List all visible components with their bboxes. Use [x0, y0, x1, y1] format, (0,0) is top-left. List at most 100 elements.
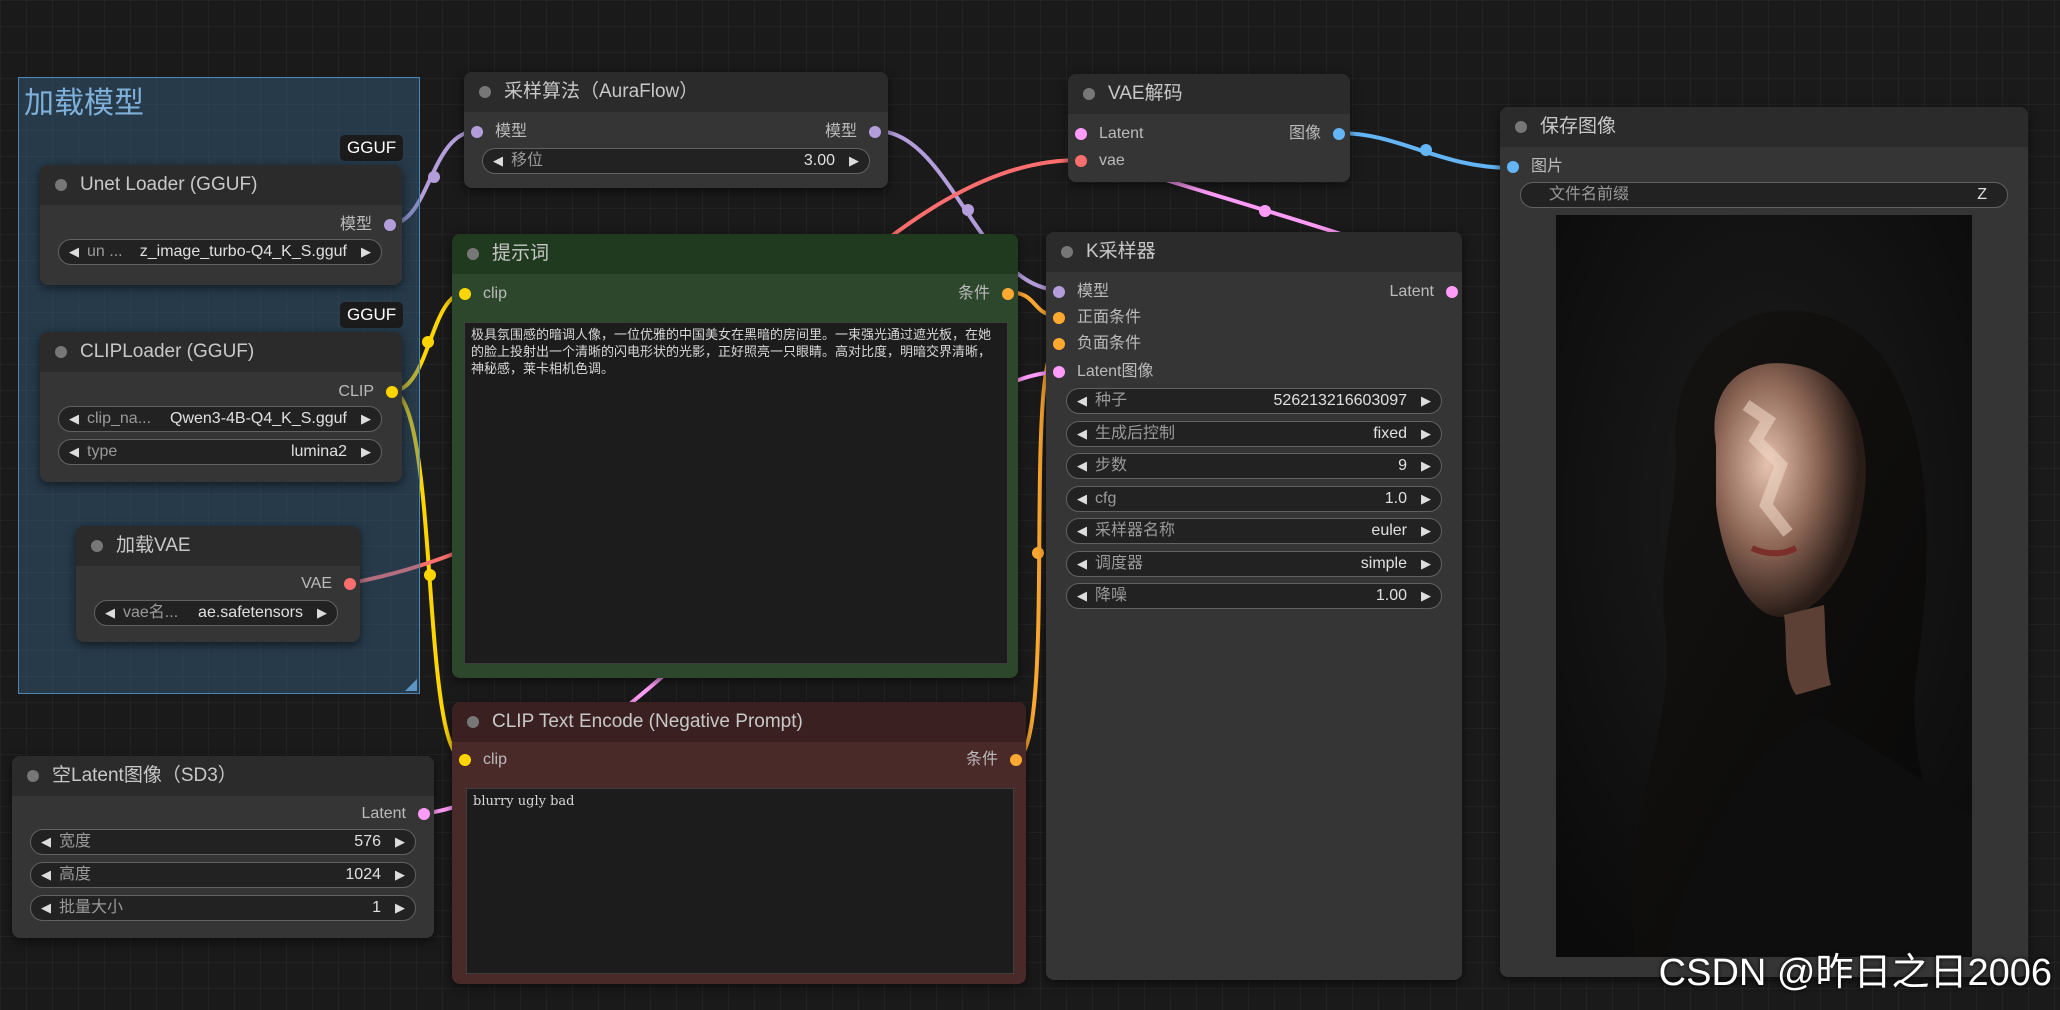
output-image-preview[interactable] [1556, 215, 1972, 957]
slot-dot[interactable] [1075, 155, 1087, 167]
slot-dot[interactable] [1002, 288, 1014, 300]
node-vae-decode[interactable]: VAE解码 Latent vae 图像 [1068, 74, 1350, 182]
slot-dot[interactable] [1053, 366, 1065, 378]
prompt-textarea[interactable]: 极具氛围感的暗调人像，一位优雅的中国美女在黑暗的房间里。一束强光通过遮光板，在她… [464, 322, 1008, 664]
node-save-image[interactable]: 保存图像 图片 文件名前缀 Z [1500, 107, 2028, 977]
slot-dot[interactable] [869, 126, 881, 138]
arrow-left-icon[interactable]: ◀ [69, 407, 79, 431]
arrow-left-icon[interactable]: ◀ [41, 863, 51, 887]
vae-name-combo[interactable]: ◀ vae名... ae.safetensors ▶ [94, 600, 338, 626]
node-ksampler[interactable]: K采样器 模型 正面条件 负面条件 Latent图像 Latent ◀ 种子 5… [1046, 232, 1462, 980]
arrow-left-icon[interactable]: ◀ [1077, 552, 1087, 576]
collapse-dot[interactable] [55, 346, 67, 358]
input-slot-latent[interactable]: Latent [1075, 124, 1143, 144]
arrow-right-icon[interactable]: ▶ [317, 601, 327, 625]
output-slot-image[interactable]: 图像 [1289, 124, 1345, 144]
slot-dot[interactable] [1446, 286, 1458, 298]
unet-name-combo[interactable]: ◀ un ... z_image_turbo-Q4_K_S.gguf ▶ [58, 239, 382, 265]
arrow-left-icon[interactable]: ◀ [69, 440, 79, 464]
filename-prefix-input[interactable]: 文件名前缀 Z [1520, 182, 2008, 208]
input-slot-negative[interactable]: 负面条件 [1053, 334, 1141, 354]
output-slot-latent[interactable]: Latent [1390, 282, 1458, 302]
arrow-right-icon[interactable]: ▶ [1421, 552, 1431, 576]
output-slot-model[interactable]: 模型 [825, 122, 881, 142]
node-header[interactable]: 提示词 [452, 234, 1018, 274]
arrow-right-icon[interactable]: ▶ [395, 863, 405, 887]
input-slot-images[interactable]: 图片 [1507, 157, 1563, 177]
arrow-right-icon[interactable]: ▶ [1421, 584, 1431, 608]
arrow-left-icon[interactable]: ◀ [1077, 584, 1087, 608]
height-widget[interactable]: ◀ 高度 1024 ▶ [30, 862, 416, 888]
input-slot-model[interactable]: 模型 [471, 122, 527, 142]
node-unet-loader[interactable]: Unet Loader (GGUF) 模型 ◀ un ... z_image_t… [40, 165, 402, 285]
arrow-right-icon[interactable]: ▶ [1421, 389, 1431, 413]
node-header[interactable]: K采样器 [1046, 232, 1462, 272]
scheduler-widget[interactable]: ◀ 调度器 simple ▶ [1066, 551, 1442, 577]
slot-dot[interactable] [1075, 128, 1087, 140]
arrow-right-icon[interactable]: ▶ [361, 407, 371, 431]
arrow-right-icon[interactable]: ▶ [1421, 519, 1431, 543]
cfg-widget[interactable]: ◀ cfg 1.0 ▶ [1066, 486, 1442, 512]
negative-prompt-textarea[interactable]: blurry ugly bad [466, 788, 1014, 974]
input-slot-model[interactable]: 模型 [1053, 282, 1109, 302]
input-slot-latent[interactable]: Latent图像 [1053, 362, 1154, 382]
node-header[interactable]: 采样算法（AuraFlow） [464, 72, 888, 112]
clip-type-combo[interactable]: ◀ type lumina2 ▶ [58, 439, 382, 465]
node-header[interactable]: 保存图像 [1500, 107, 2028, 147]
node-header[interactable]: VAE解码 [1068, 74, 1350, 114]
output-slot-latent[interactable]: Latent [362, 804, 430, 824]
node-header[interactable]: Unet Loader (GGUF) [40, 165, 402, 205]
steps-widget[interactable]: ◀ 步数 9 ▶ [1066, 453, 1442, 479]
collapse-dot[interactable] [55, 179, 67, 191]
node-vae-loader[interactable]: 加载VAE VAE ◀ vae名... ae.safetensors ▶ [76, 526, 360, 642]
slot-dot[interactable] [1333, 128, 1345, 140]
clip-name-combo[interactable]: ◀ clip_na... Qwen3-4B-Q4_K_S.gguf ▶ [58, 406, 382, 432]
collapse-dot[interactable] [1515, 121, 1527, 133]
arrow-right-icon[interactable]: ▶ [849, 149, 859, 173]
slot-dot[interactable] [1507, 161, 1519, 173]
shift-widget[interactable]: ◀ 移位 3.00 ▶ [482, 148, 870, 174]
sampler-name-widget[interactable]: ◀ 采样器名称 euler ▶ [1066, 518, 1442, 544]
slot-dot[interactable] [1053, 338, 1065, 350]
output-slot-conditioning[interactable]: 条件 [966, 750, 1022, 770]
collapse-dot[interactable] [467, 248, 479, 260]
arrow-left-icon[interactable]: ◀ [41, 830, 51, 854]
arrow-right-icon[interactable]: ▶ [361, 440, 371, 464]
arrow-left-icon[interactable]: ◀ [1077, 487, 1087, 511]
arrow-left-icon[interactable]: ◀ [1077, 454, 1087, 478]
slot-dot[interactable] [386, 386, 398, 398]
node-empty-latent[interactable]: 空Latent图像（SD3） Latent ◀ 宽度 576 ▶ ◀ 高度 10… [12, 756, 434, 938]
node-header[interactable]: 加载VAE [76, 526, 360, 566]
arrow-left-icon[interactable]: ◀ [1077, 422, 1087, 446]
control-after-generate-widget[interactable]: ◀ 生成后控制 fixed ▶ [1066, 421, 1442, 447]
collapse-dot[interactable] [91, 540, 103, 552]
arrow-right-icon[interactable]: ▶ [1421, 422, 1431, 446]
arrow-right-icon[interactable]: ▶ [395, 896, 405, 920]
slot-dot[interactable] [384, 219, 396, 231]
collapse-dot[interactable] [1061, 246, 1073, 258]
group-resize-handle[interactable] [405, 679, 417, 691]
input-slot-positive[interactable]: 正面条件 [1053, 308, 1141, 328]
slot-dot[interactable] [459, 754, 471, 766]
node-header[interactable]: 空Latent图像（SD3） [12, 756, 434, 796]
arrow-left-icon[interactable]: ◀ [1077, 519, 1087, 543]
denoise-widget[interactable]: ◀ 降噪 1.00 ▶ [1066, 583, 1442, 609]
output-slot-clip[interactable]: CLIP [338, 382, 398, 402]
collapse-dot[interactable] [1083, 88, 1095, 100]
input-slot-clip[interactable]: clip [459, 750, 507, 770]
arrow-right-icon[interactable]: ▶ [1421, 487, 1431, 511]
node-header[interactable]: CLIPLoader (GGUF) [40, 332, 402, 372]
slot-dot[interactable] [344, 578, 356, 590]
batch-size-widget[interactable]: ◀ 批量大小 1 ▶ [30, 895, 416, 921]
slot-dot[interactable] [1053, 286, 1065, 298]
slot-dot[interactable] [459, 288, 471, 300]
arrow-left-icon[interactable]: ◀ [1077, 389, 1087, 413]
output-slot-model[interactable]: 模型 [340, 215, 396, 235]
arrow-right-icon[interactable]: ▶ [361, 240, 371, 264]
arrow-left-icon[interactable]: ◀ [493, 149, 503, 173]
slot-dot[interactable] [1053, 312, 1065, 324]
slot-dot[interactable] [1010, 754, 1022, 766]
node-header[interactable]: CLIP Text Encode (Negative Prompt) [452, 702, 1026, 742]
slot-dot[interactable] [418, 808, 430, 820]
node-negative-prompt[interactable]: CLIP Text Encode (Negative Prompt) clip … [452, 702, 1026, 984]
